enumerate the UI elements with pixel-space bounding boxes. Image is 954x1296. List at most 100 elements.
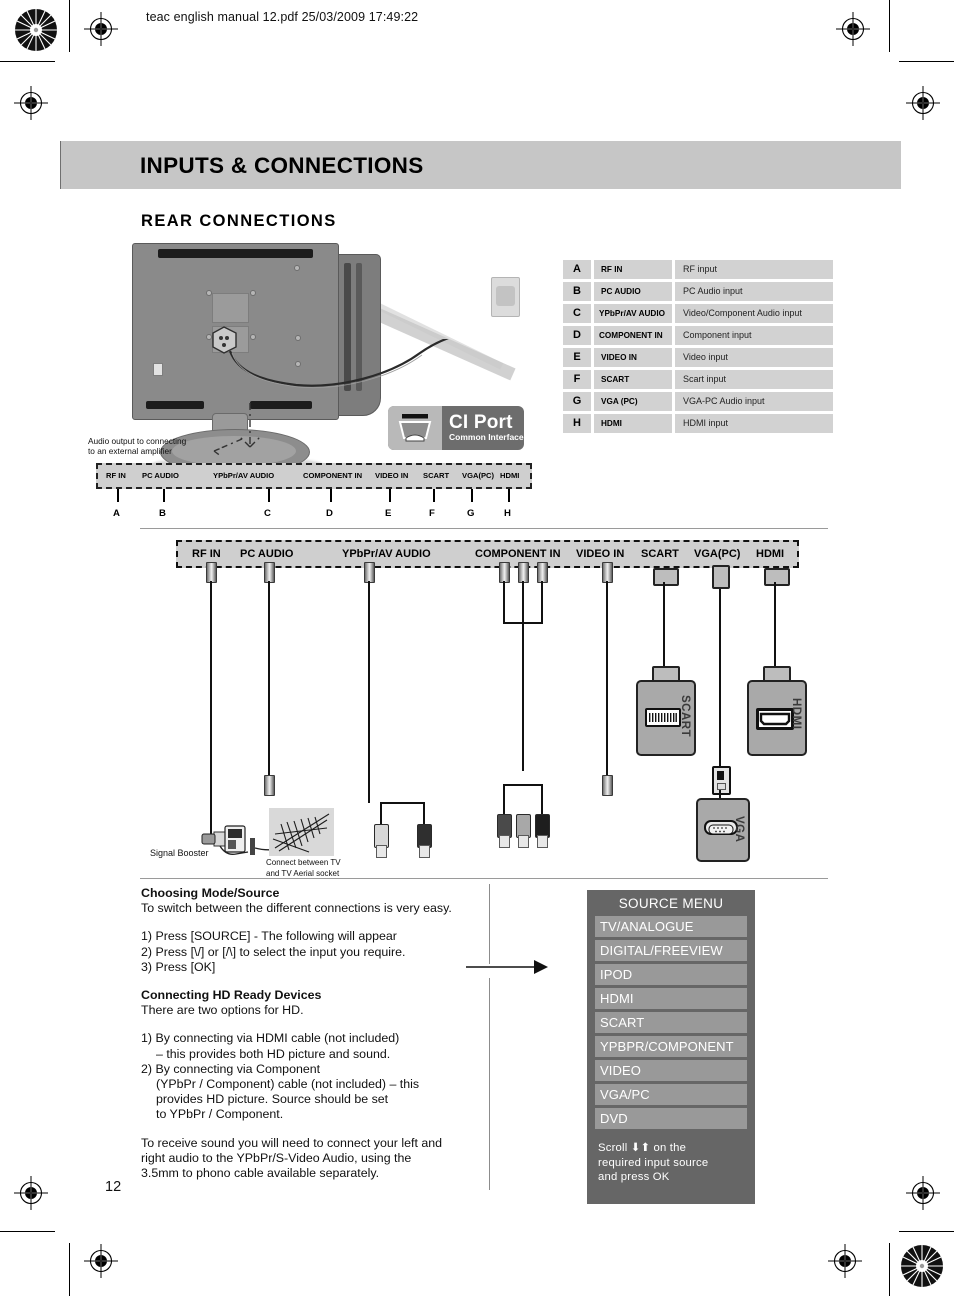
table-cell-name: VIDEO IN bbox=[594, 348, 672, 367]
vga-box-label: VGA bbox=[733, 816, 745, 843]
plug-component-y bbox=[499, 562, 510, 583]
table-cell-description: Video input bbox=[675, 348, 833, 367]
table-cell-name: HDMI bbox=[594, 414, 672, 433]
audio-output-note-line2: to an external amplifier bbox=[88, 446, 172, 456]
source-menu-item-dvd[interactable]: DVD bbox=[595, 1108, 747, 1129]
panel-small-label-pc-audio: PC AUDIO bbox=[142, 471, 179, 480]
table-row: C YPbPr/AV AUDIO Video/Component Audio i… bbox=[563, 304, 833, 323]
source-menu-item-video[interactable]: VIDEO bbox=[595, 1060, 747, 1081]
table-cell-letter: B bbox=[563, 282, 591, 301]
hdmi-port bbox=[756, 708, 794, 730]
source-menu-item-tv-analogue[interactable]: TV/ANALOGUE bbox=[595, 916, 747, 937]
table-row: E VIDEO IN Video input bbox=[563, 348, 833, 367]
page-number: 12 bbox=[105, 1179, 122, 1195]
rca-shaft-component-y bbox=[499, 835, 510, 848]
instructions-hd-option2-line2: (YPbPr / Component) cable (not included)… bbox=[156, 1077, 420, 1092]
panel-small-label-ypbpr: YPbPr/AV AUDIO bbox=[213, 471, 275, 480]
cable-component-pb bbox=[522, 581, 524, 771]
panel-tick-c bbox=[268, 489, 270, 502]
rear-panel-overview: RF IN PC AUDIO YPbPr/AV AUDIO COMPONENT … bbox=[96, 463, 532, 489]
cable-ypbpr-av-audio bbox=[368, 581, 370, 803]
panel-small-label-hdmi: HDMI bbox=[500, 471, 520, 480]
panel-small-label-vga-pc: VGA(PC) bbox=[462, 471, 495, 480]
panel-big-label-ypbpr: YPbPr/AV AUDIO bbox=[342, 548, 431, 560]
table-cell-letter: A bbox=[563, 260, 591, 279]
instructions-intro-hd: There are two options for HD. bbox=[141, 1003, 304, 1018]
source-menu-title: SOURCE MENU bbox=[618, 896, 724, 911]
source-menu-item-digital-freeview[interactable]: DIGITAL/FREEVIEW bbox=[595, 940, 747, 961]
print-rosette-bottom-right bbox=[900, 1244, 944, 1288]
table-row: A RF IN RF input bbox=[563, 260, 833, 279]
crop-mark-bottom-vertical bbox=[69, 1243, 71, 1296]
cable-component-join-top bbox=[503, 622, 543, 624]
print-rosette-top-left bbox=[14, 8, 58, 52]
table-cell-name: YPbPr/AV AUDIO bbox=[594, 304, 672, 323]
cable-scart bbox=[663, 582, 665, 668]
table-cell-description: VGA-PC Audio input bbox=[675, 392, 833, 411]
table-cell-letter: G bbox=[563, 392, 591, 411]
scart-device-box: SCART bbox=[636, 680, 696, 756]
table-cell-description: HDMI input bbox=[675, 414, 833, 433]
source-menu-item-scart[interactable]: SCART bbox=[595, 1012, 747, 1033]
crop-mark-top-vertical bbox=[69, 0, 71, 52]
source-menu-footer: Scroll ⬇⬆ on the required input source a… bbox=[587, 1132, 755, 1185]
table-cell-letter: D bbox=[563, 326, 591, 345]
cable-component-pr bbox=[541, 581, 543, 623]
cable-hdmi bbox=[774, 582, 776, 668]
scart-port bbox=[645, 708, 681, 727]
table-cell-name: SCART bbox=[594, 370, 672, 389]
aerial-photo bbox=[269, 808, 334, 856]
panel-letter-b: B bbox=[159, 508, 166, 519]
tv-power-connector bbox=[212, 326, 237, 354]
source-menu-footer-line1: Scroll ⬇⬆ on the bbox=[598, 1142, 687, 1154]
source-menu-item-ypbpr-component[interactable]: YPBPR/COMPONENT bbox=[595, 1036, 747, 1057]
panel-big-label-hdmi: HDMI bbox=[756, 548, 785, 560]
vga-device-box: VGA bbox=[696, 798, 750, 862]
source-menu-item-hdmi[interactable]: HDMI bbox=[595, 988, 747, 1009]
divider-upper bbox=[140, 528, 828, 529]
panel-big-label-video-in: VIDEO IN bbox=[576, 548, 625, 560]
table-cell-letter: F bbox=[563, 370, 591, 389]
cable-component-join-bottom bbox=[503, 784, 543, 786]
cable-component-end-y bbox=[503, 784, 505, 816]
table-row: H HDMI HDMI input bbox=[563, 414, 833, 433]
vga-inline-contact bbox=[717, 771, 724, 780]
panel-tick-b bbox=[163, 489, 165, 502]
aerial-caption: Connect between TV and TV Aerial socket bbox=[266, 858, 341, 879]
panel-tick-e bbox=[389, 489, 391, 502]
panel-big-label-rf-in: RF IN bbox=[192, 548, 221, 560]
instructions-hd-option1-line2: – this provides both HD picture and soun… bbox=[156, 1046, 391, 1061]
tv-screw-2 bbox=[250, 290, 256, 296]
registration-mark-bottom-left-outer bbox=[84, 1244, 118, 1278]
ci-port-name: CI Port bbox=[449, 412, 513, 433]
section-heading: REAR CONNECTIONS bbox=[141, 212, 337, 230]
table-cell-name: RF IN bbox=[594, 260, 672, 279]
instructions-divider-top bbox=[489, 884, 490, 964]
table-cell-name: PC AUDIO bbox=[594, 282, 672, 301]
panel-big-label-vga-pc: VGA(PC) bbox=[694, 548, 741, 560]
source-menu-item-vga-pc[interactable]: VGA/PC bbox=[595, 1084, 747, 1105]
print-header-filename: teac english manual 12.pdf 25/03/2009 17… bbox=[146, 10, 419, 24]
ci-port-subtitle: Common Interface bbox=[449, 432, 524, 442]
registration-mark-left-middle bbox=[14, 86, 48, 120]
table-cell-letter: C bbox=[563, 304, 591, 323]
panel-big-label-component-in: COMPONENT IN bbox=[475, 548, 561, 560]
source-menu-item-ipod[interactable]: IPOD bbox=[595, 964, 747, 985]
plug-pc-audio-end bbox=[264, 775, 275, 796]
rca-shaft-ypbpr-right bbox=[419, 845, 430, 858]
cable-pc-audio bbox=[268, 581, 270, 777]
instructions-step-3: 3) Press [OK] bbox=[141, 959, 216, 974]
vga-inline-connector bbox=[712, 766, 731, 795]
panel-tick-f bbox=[433, 489, 435, 502]
chapter-banner-left-rule bbox=[60, 141, 62, 189]
audio-output-note-line1: Audio output to connecting bbox=[88, 436, 187, 446]
hdmi-cable-neck bbox=[764, 568, 790, 586]
plug-ypbpr-av-audio bbox=[364, 562, 375, 583]
panel-letter-c: C bbox=[264, 508, 271, 519]
panel-big-label-pc-audio: PC AUDIO bbox=[240, 548, 294, 560]
instructions-sound-line3: 3.5mm to phono cable available separatel… bbox=[141, 1166, 380, 1181]
vga-cable-neck bbox=[712, 565, 730, 589]
instructions-hd-option2-line3: provides HD picture. Source should be se… bbox=[156, 1092, 389, 1107]
tv-top-vent bbox=[158, 249, 313, 258]
instructions-hd-option2-line4: to YPbPr / Component. bbox=[156, 1107, 284, 1122]
